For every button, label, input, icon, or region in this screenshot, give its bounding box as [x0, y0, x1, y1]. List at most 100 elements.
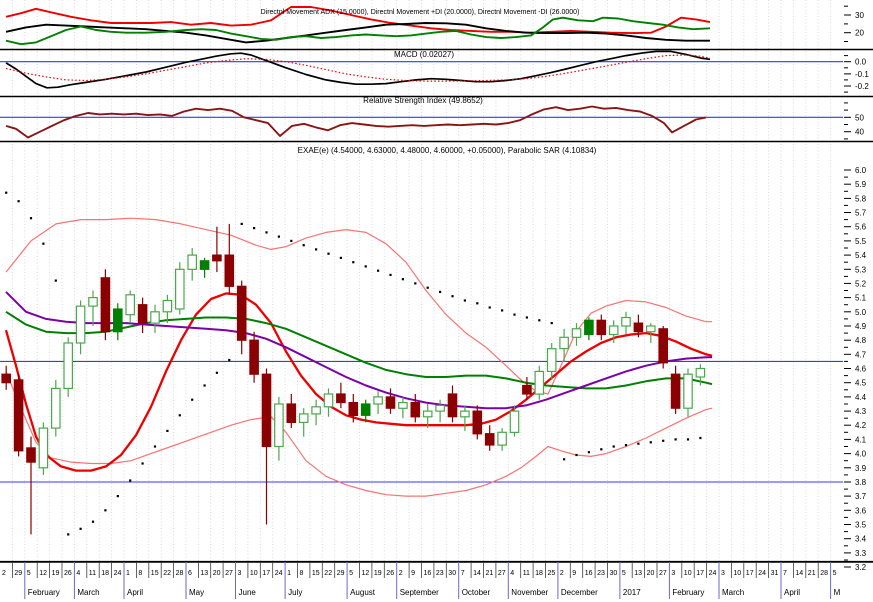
sar-dot — [426, 286, 429, 289]
week-label: 14 — [473, 570, 481, 577]
sar-dot — [624, 444, 628, 447]
price-axis-label: 4.2 — [855, 421, 867, 430]
month-label: October — [462, 588, 491, 597]
candle — [484, 433, 495, 446]
candle — [50, 387, 61, 429]
rsi-line — [5, 105, 707, 139]
sar-dot — [54, 279, 57, 282]
candle — [497, 431, 507, 446]
y-axis-label: 40 — [855, 128, 864, 137]
sar-dot — [228, 358, 231, 362]
candle — [100, 277, 111, 333]
candle — [472, 410, 483, 435]
month-label: February — [28, 588, 60, 597]
sar-dot — [104, 509, 107, 512]
candle — [695, 367, 706, 378]
candle — [224, 254, 235, 287]
week-label: 5 — [27, 570, 31, 577]
sar-dot — [352, 261, 355, 264]
week-label: 2 — [560, 570, 564, 577]
sar-dot — [153, 445, 157, 448]
sar-dot — [550, 322, 553, 325]
bollinger-upper-band — [5, 217, 712, 395]
sar-dot — [29, 217, 33, 220]
price-axis-label: 4.3 — [855, 407, 867, 416]
sar-dot — [240, 222, 243, 225]
week-label: 27 — [659, 570, 667, 577]
week-label: 24 — [114, 570, 122, 577]
minus-di-line — [5, 16, 711, 46]
week-label: 27 — [225, 570, 233, 577]
price-axis-label: 5.5 — [855, 237, 867, 246]
sar-dot — [364, 265, 367, 268]
month-label: September — [400, 588, 439, 597]
candle — [13, 379, 24, 452]
candle — [645, 325, 656, 333]
price-axis-label: 5.7 — [855, 209, 867, 218]
price-axis-label: 3.8 — [855, 478, 867, 487]
sar-dot — [401, 278, 404, 281]
week-label: 1 — [287, 570, 291, 577]
week-label: 25 — [548, 570, 556, 577]
sar-dot — [587, 451, 590, 454]
candle — [410, 402, 421, 418]
candle — [658, 328, 668, 364]
candle — [162, 299, 173, 313]
month-label: August — [350, 588, 376, 597]
sar-dot — [91, 520, 95, 523]
candle — [212, 254, 222, 262]
week-label: 13 — [200, 570, 208, 577]
candle — [546, 348, 557, 373]
week-label: 24 — [709, 570, 717, 577]
sar-dot — [538, 319, 541, 322]
chart-canvas: 30 20 0.0 -0.1 -0.2 50 40 6.0 5.9 5.8 5.7 5.6 5.5 5.4… — [0, 0, 873, 599]
candle — [150, 311, 160, 324]
candle — [311, 406, 321, 415]
week-label: 10 — [684, 570, 692, 577]
sar-dot — [439, 290, 442, 293]
week-label: 3 — [671, 570, 675, 577]
price-axis-label: 5.0 — [855, 308, 867, 317]
sar-dot — [699, 436, 702, 440]
price-axis-label: 4.8 — [855, 336, 867, 345]
week-label: 3 — [238, 570, 242, 577]
week-label: 24 — [275, 570, 283, 577]
week-label: 19 — [52, 570, 60, 577]
sar-dot — [488, 306, 491, 309]
candle — [509, 410, 520, 434]
week-label: 2 — [399, 570, 403, 577]
week-label: 17 — [746, 570, 754, 577]
week-label: 18 — [535, 570, 543, 577]
candle — [88, 297, 98, 307]
chart-window: 30 20 0.0 -0.1 -0.2 50 40 6.0 5.9 5.8 5.7 5.6 5.5 5.4… — [0, 0, 873, 602]
month-label: May — [189, 588, 204, 597]
price-axis-label: 3.2 — [855, 563, 867, 572]
month-label: November — [511, 588, 548, 597]
sar-dot — [215, 371, 218, 374]
price-axis-label: 4.4 — [855, 393, 867, 402]
sar-dot — [414, 282, 417, 285]
week-label: 21 — [486, 570, 494, 577]
week-label: 18 — [101, 570, 109, 577]
price-axis-label: 5.1 — [855, 294, 867, 303]
price-axis-label: 3.3 — [855, 549, 867, 558]
y-axis-label: 20 — [855, 29, 864, 38]
week-label: 8 — [300, 570, 304, 577]
candle — [373, 396, 383, 405]
price-axis-label: 4.7 — [855, 350, 867, 359]
sar-dot — [501, 309, 504, 312]
sar-dot — [327, 252, 330, 255]
week-label: 5 — [349, 570, 353, 577]
month-label: June — [239, 588, 257, 597]
sar-dot — [686, 438, 690, 441]
candle — [38, 427, 49, 469]
week-label: 29 — [337, 570, 345, 577]
candle — [584, 319, 594, 336]
candle — [633, 322, 644, 333]
week-label: 2 — [2, 570, 6, 577]
candle — [75, 305, 86, 344]
price-axis-label: 4.0 — [855, 450, 867, 459]
candle — [534, 370, 545, 395]
price-axis-label: 6.0 — [855, 166, 867, 175]
sar-dot — [525, 316, 528, 319]
